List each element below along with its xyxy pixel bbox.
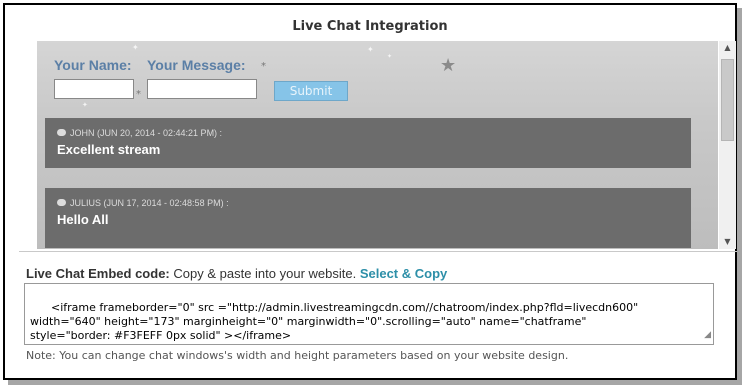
message-meta: JOHN (JUN 20, 2014 - 02:44:21 PM) : [57,128,679,138]
star-icon: ✦ [367,45,374,54]
divider [19,251,737,252]
required-marker: * [136,89,141,100]
message-meta: JULIUS (JUN 17, 2014 - 02:48:58 PM) : [57,198,679,208]
chat-scrollbar[interactable]: ▲ ▼ [719,41,736,249]
required-marker: * [261,61,266,72]
star-icon: ★ [440,55,457,76]
chat-bubble-icon [57,129,66,136]
star-icon: ✦ [387,53,393,60]
star-icon: ✦ [82,101,88,109]
resize-grip-icon[interactable]: ◢ [704,328,711,342]
embed-code-textarea[interactable]: <iframe frameborder="0" src ="http://adm… [24,283,714,345]
embed-instruction: Copy & paste into your website. [173,266,357,281]
chat-bubble-icon [57,199,66,206]
chat-frame: ✦ ✦ ✦ ✦ ★ Your Name: Your Message: * * S… [37,41,718,249]
select-copy-link[interactable]: Select & Copy [360,266,447,281]
chat-message: JOHN (JUN 20, 2014 - 02:44:21 PM) : Exce… [45,118,691,168]
name-input[interactable] [54,79,134,99]
page-title: Live Chat Integration [292,19,448,34]
message-input[interactable] [147,79,257,99]
scroll-thumb[interactable] [721,59,734,141]
embed-label: Live Chat Embed code: [26,266,170,281]
message-text: Excellent stream [57,142,161,157]
embed-code: <iframe frameborder="0" src ="http://adm… [30,301,639,342]
chat-integration-window: Live Chat Integration ✦ ✦ ✦ ✦ ★ Your Nam… [3,3,737,380]
star-icon: ✦ [132,43,139,52]
submit-button[interactable]: Submit [274,81,348,101]
name-label: Your Name: [54,57,132,73]
embed-section: Live Chat Embed code: Copy & paste into … [24,253,736,377]
chat-message: JULIUS (JUN 17, 2014 - 02:48:58 PM) : He… [45,188,691,248]
scroll-down-icon[interactable]: ▼ [719,235,736,249]
scroll-up-icon[interactable]: ▲ [719,41,736,55]
embed-note: Note: You can change chat windows's widt… [26,349,569,362]
message-text: Hello All [57,212,109,227]
embed-heading: Live Chat Embed code: Copy & paste into … [26,266,447,281]
message-label: Your Message: [147,57,246,73]
